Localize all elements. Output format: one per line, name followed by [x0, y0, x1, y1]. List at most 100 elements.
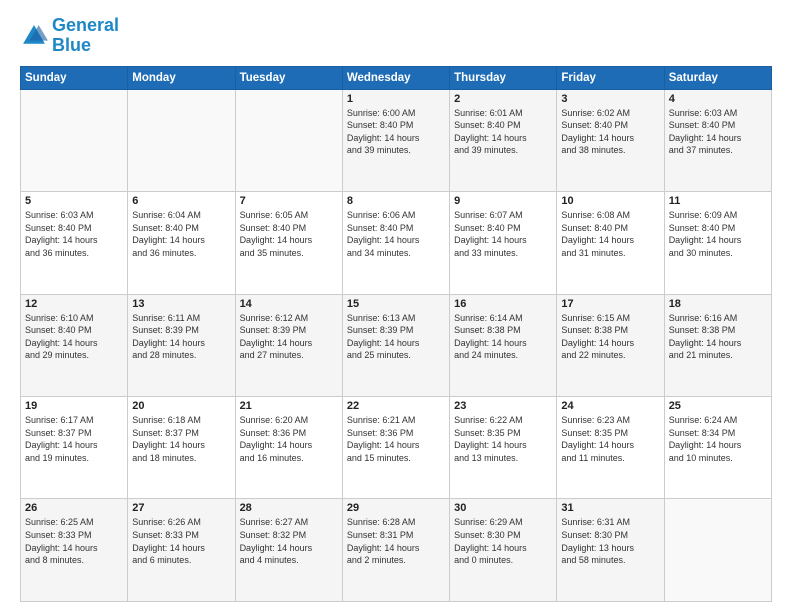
calendar-cell: 29Sunrise: 6:28 AM Sunset: 8:31 PM Dayli… — [342, 499, 449, 602]
day-number: 9 — [454, 195, 552, 207]
day-number: 14 — [240, 298, 338, 310]
day-info: Sunrise: 6:20 AM Sunset: 8:36 PM Dayligh… — [240, 414, 338, 464]
column-header-monday: Monday — [128, 66, 235, 89]
day-number: 27 — [132, 502, 230, 514]
day-info: Sunrise: 6:15 AM Sunset: 8:38 PM Dayligh… — [561, 312, 659, 362]
calendar-cell: 27 Sunrise: 6:26 AM Sunset: 8:33 PM Dayli… — [128, 499, 235, 602]
calendar-cell: 6 Sunrise: 6:04 AM Sunset: 8:40 PM Daylig… — [128, 192, 235, 294]
day-number: 21 — [240, 400, 338, 412]
day-number: 19 — [25, 400, 123, 412]
day-info: Sunrise: 6:02 AM Sunset: 8:40 PM Dayligh… — [561, 107, 659, 157]
calendar-cell: 11 Sunrise: 6:09 AM Sunset: 8:40 PM Dayli… — [664, 192, 771, 294]
calendar-cell: 3 Sunrise: 6:02 AM Sunset: 8:40 PM Daylig… — [557, 89, 664, 191]
calendar-cell: 20 Sunrise: 6:18 AM Sunset: 8:37 PM Dayli… — [128, 397, 235, 499]
day-info: Sunrise: 6:10 AM Sunset: 8:40 PM Dayligh… — [25, 312, 123, 362]
day-info: Sunrise: 6:23 AM Sunset: 8:35 PM Dayligh… — [561, 414, 659, 464]
day-number: 15 — [347, 298, 445, 310]
day-number: 3 — [561, 93, 659, 105]
calendar-cell: 4 Sunrise: 6:03 AM Sunset: 8:40 PM Daylig… — [664, 89, 771, 191]
day-number: 11 — [669, 195, 767, 207]
calendar-cell: 18 Sunrise: 6:16 AM Sunset: 8:38 PM Dayli… — [664, 294, 771, 396]
day-number: 13 — [132, 298, 230, 310]
day-info: Sunrise: 6:07 AM Sunset: 8:40 PM Dayligh… — [454, 209, 552, 259]
day-number: 24 — [561, 400, 659, 412]
header: General Blue — [20, 16, 772, 56]
calendar-cell: 15 Sunrise: 6:13 AM Sunset: 8:39 PM Dayli… — [342, 294, 449, 396]
day-info: Sunrise: 6:08 AM Sunset: 8:40 PM Dayligh… — [561, 209, 659, 259]
day-number: 2 — [454, 93, 552, 105]
day-number: 25 — [669, 400, 767, 412]
day-info: Sunrise: 6:21 AM Sunset: 8:36 PM Dayligh… — [347, 414, 445, 464]
day-info: Sunrise: 6:00 AM Sunset: 8:40 PM Dayligh… — [347, 107, 445, 157]
day-info: Sunrise: 6:26 AM Sunset: 8:33 PM Dayligh… — [132, 516, 230, 566]
day-number: 18 — [669, 298, 767, 310]
day-number: 4 — [669, 93, 767, 105]
calendar-cell — [128, 89, 235, 191]
day-number: 29 — [347, 502, 445, 514]
calendar-cell: 19 Sunrise: 6:17 AM Sunset: 8:37 PM Dayli… — [21, 397, 128, 499]
day-info: Sunrise: 6:13 AM Sunset: 8:39 PM Dayligh… — [347, 312, 445, 362]
day-info: Sunrise: 6:05 AM Sunset: 8:40 PM Dayligh… — [240, 209, 338, 259]
day-info: Sunrise: 6:12 AM Sunset: 8:39 PM Dayligh… — [240, 312, 338, 362]
day-number: 26 — [25, 502, 123, 514]
day-info: Sunrise: 6:14 AM Sunset: 8:38 PM Dayligh… — [454, 312, 552, 362]
day-info: Sunrise: 6:11 AM Sunset: 8:39 PM Dayligh… — [132, 312, 230, 362]
calendar-cell: 13 Sunrise: 6:11 AM Sunset: 8:39 PM Dayli… — [128, 294, 235, 396]
day-info: Sunrise: 6:18 AM Sunset: 8:37 PM Dayligh… — [132, 414, 230, 464]
column-header-friday: Friday — [557, 66, 664, 89]
column-header-sunday: Sunday — [21, 66, 128, 89]
day-number: 16 — [454, 298, 552, 310]
day-info: Sunrise: 6:25 AM Sunset: 8:33 PM Dayligh… — [25, 516, 123, 566]
day-number: 20 — [132, 400, 230, 412]
day-info: Sunrise: 6:31 AM Sunset: 8:30 PM Dayligh… — [561, 516, 659, 566]
day-number: 23 — [454, 400, 552, 412]
calendar-cell — [664, 499, 771, 602]
day-info: Sunrise: 6:09 AM Sunset: 8:40 PM Dayligh… — [669, 209, 767, 259]
day-number: 30 — [454, 502, 552, 514]
calendar-cell: 7 Sunrise: 6:05 AM Sunset: 8:40 PM Daylig… — [235, 192, 342, 294]
calendar-cell: 23Sunrise: 6:22 AM Sunset: 8:35 PM Dayli… — [450, 397, 557, 499]
calendar-cell: 24 Sunrise: 6:23 AM Sunset: 8:35 PM Dayli… — [557, 397, 664, 499]
calendar-cell: 21 Sunrise: 6:20 AM Sunset: 8:36 PM Dayli… — [235, 397, 342, 499]
day-info: Sunrise: 6:29 AM Sunset: 8:30 PM Dayligh… — [454, 516, 552, 566]
logo-blue: Blue — [52, 35, 91, 55]
calendar-cell: 9 Sunrise: 6:07 AM Sunset: 8:40 PM Daylig… — [450, 192, 557, 294]
day-number: 1 — [347, 93, 445, 105]
page: General Blue SundayMondayTuesdayWednesda… — [0, 0, 792, 612]
calendar-row-3: 12 Sunrise: 6:10 AM Sunset: 8:40 PM Dayli… — [21, 294, 772, 396]
calendar-cell: 25Sunrise: 6:24 AM Sunset: 8:34 PM Dayli… — [664, 397, 771, 499]
day-info: Sunrise: 6:16 AM Sunset: 8:38 PM Dayligh… — [669, 312, 767, 362]
calendar-cell: 17 Sunrise: 6:15 AM Sunset: 8:38 PM Dayli… — [557, 294, 664, 396]
day-number: 22 — [347, 400, 445, 412]
calendar-cell: 5Sunrise: 6:03 AM Sunset: 8:40 PM Daylig… — [21, 192, 128, 294]
logo: General Blue — [20, 16, 119, 56]
logo-text: General Blue — [52, 16, 119, 56]
day-number: 17 — [561, 298, 659, 310]
day-info: Sunrise: 6:27 AM Sunset: 8:32 PM Dayligh… — [240, 516, 338, 566]
day-number: 7 — [240, 195, 338, 207]
day-number: 31 — [561, 502, 659, 514]
day-info: Sunrise: 6:04 AM Sunset: 8:40 PM Dayligh… — [132, 209, 230, 259]
calendar-table: SundayMondayTuesdayWednesdayThursdayFrid… — [20, 66, 772, 602]
day-number: 5 — [25, 195, 123, 207]
day-number: 6 — [132, 195, 230, 207]
calendar-cell: 26 Sunrise: 6:25 AM Sunset: 8:33 PM Dayli… — [21, 499, 128, 602]
calendar-cell: 31 Sunrise: 6:31 AM Sunset: 8:30 PM Dayli… — [557, 499, 664, 602]
calendar-cell: 16 Sunrise: 6:14 AM Sunset: 8:38 PM Dayli… — [450, 294, 557, 396]
day-info: Sunrise: 6:17 AM Sunset: 8:37 PM Dayligh… — [25, 414, 123, 464]
calendar-row-4: 19 Sunrise: 6:17 AM Sunset: 8:37 PM Dayli… — [21, 397, 772, 499]
calendar-row-5: 26 Sunrise: 6:25 AM Sunset: 8:33 PM Dayli… — [21, 499, 772, 602]
day-info: Sunrise: 6:03 AM Sunset: 8:40 PM Dayligh… — [669, 107, 767, 157]
calendar-cell — [21, 89, 128, 191]
day-number: 8 — [347, 195, 445, 207]
day-number: 12 — [25, 298, 123, 310]
column-header-saturday: Saturday — [664, 66, 771, 89]
logo-icon — [20, 22, 48, 50]
day-info: Sunrise: 6:01 AM Sunset: 8:40 PM Dayligh… — [454, 107, 552, 157]
day-info: Sunrise: 6:06 AM Sunset: 8:40 PM Dayligh… — [347, 209, 445, 259]
calendar-cell: 12 Sunrise: 6:10 AM Sunset: 8:40 PM Dayli… — [21, 294, 128, 396]
calendar-cell: 14 Sunrise: 6:12 AM Sunset: 8:39 PM Dayli… — [235, 294, 342, 396]
calendar-cell: 8 Sunrise: 6:06 AM Sunset: 8:40 PM Daylig… — [342, 192, 449, 294]
column-header-wednesday: Wednesday — [342, 66, 449, 89]
calendar-header-row: SundayMondayTuesdayWednesdayThursdayFrid… — [21, 66, 772, 89]
